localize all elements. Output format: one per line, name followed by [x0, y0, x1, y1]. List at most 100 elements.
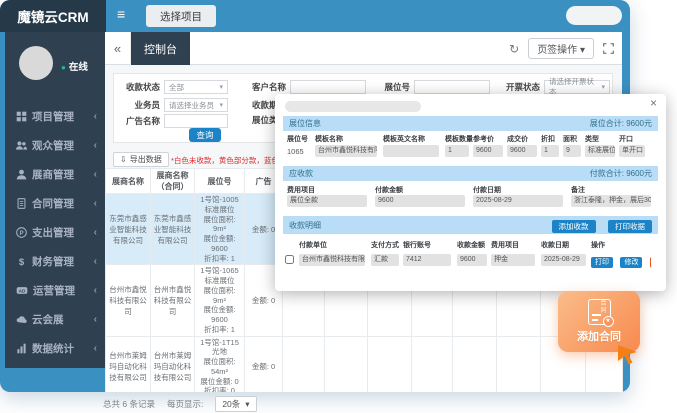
table-row[interactable]: 台州市莱姆玛自动化科技有限公司 台州市莱姆玛自动化科技有限公司 1号馆-1T15… [106, 336, 623, 392]
remark-value: 浙江泰隆，押金，展后30 [571, 195, 651, 207]
add-contract-label: 添加合同 [577, 328, 621, 344]
sidebar-profile: ●在线 [5, 32, 105, 96]
modal-title-pill [285, 101, 421, 112]
filter-label-payment-status: 收款状态 [116, 81, 160, 93]
pagination-bar: 总共 6 条记录 每页显示: 20条▾ [103, 396, 257, 412]
tab-actions-group: ↻ 页签操作 ▾ [509, 32, 614, 65]
sidebar-item-audience[interactable]: 观众管理‹ [5, 131, 105, 160]
receipt-fee-item-value: 押金 [491, 254, 535, 266]
export-icon: ⇩ [120, 155, 127, 164]
cell-exhibitor: 台州市莱姆玛自动化科技有限公司 [106, 336, 151, 392]
type-value: 标准展位 [585, 145, 615, 157]
collapse-tabs-icon[interactable]: « [105, 32, 131, 65]
booth-no-input[interactable] [414, 80, 490, 94]
receivable-table-row: 展位全款 9600 2025-08-29 浙江泰隆，押金，展后30 [287, 195, 658, 207]
record-count: 总共 6 条记录 [103, 398, 155, 410]
col-header: 展商名称（合同） [151, 169, 195, 194]
section-title: 收款明细 [289, 220, 321, 231]
opening-value: 单开口 [619, 145, 645, 157]
sidebar-item-operations[interactable]: AD 运营管理‹ [5, 276, 105, 305]
sidebar-item-projects[interactable]: 项目管理‹ [5, 102, 105, 131]
cloud-icon [16, 314, 27, 325]
sidebar-item-exhibitors[interactable]: 展商管理‹ [5, 160, 105, 189]
chevron-left-icon: ‹ [94, 314, 97, 325]
filter-label-ad-name: 广告名称 [116, 115, 160, 127]
refresh-icon[interactable]: ↻ [509, 42, 519, 56]
add-receipt-button[interactable]: 添加收款 [552, 220, 596, 233]
screen: 魔镜云CRM ≡ 选择项目 ●在线 项目管理‹ 观众管理‹ [0, 0, 677, 413]
receivable-table-header: 费用项目 付款金额 付款日期 备注 [287, 185, 658, 195]
select-project-button[interactable]: 选择项目 [146, 5, 216, 27]
topbar-user-pill[interactable] [566, 6, 622, 25]
cell-exhibitor-contract: 台州市鑫悦科技有限公司 [151, 265, 195, 336]
cell-ad: 金额: 0 [245, 336, 283, 392]
tab-operations-button[interactable]: 页签操作 ▾ [528, 38, 594, 59]
sidebar-item-contracts[interactable]: 合同管理‹ [5, 189, 105, 218]
section-title: 应收款 [289, 168, 313, 179]
avatar[interactable] [19, 46, 53, 80]
fullscreen-icon[interactable] [603, 43, 614, 54]
caret-down-icon: ▾ [580, 45, 585, 56]
document-icon [16, 198, 27, 209]
sidebar-item-cloud-expo[interactable]: 云会展‹ [5, 305, 105, 334]
ref-price-value: 9600 [473, 145, 503, 157]
online-dot-icon: ● [61, 63, 66, 72]
receipt-section-header: 收款明细 添加收款 打印收据 [283, 216, 658, 234]
booth-table-header: 展位号 模板名称 模板英文名称 模板数量 参考价 成交价 折扣 面积 类型 开口 [287, 134, 658, 144]
print-receipt-button[interactable]: 打印收据 [608, 220, 652, 233]
template-en-value [383, 145, 439, 157]
caret-down-icon: ▾ [219, 101, 223, 109]
search-button[interactable]: 查询 [189, 128, 221, 142]
booth-no-field[interactable] [419, 83, 485, 92]
receipt-table-row: 台州市鑫悦科技有限公司 汇款 7412 9600 押金 2025-08-29 打… [285, 251, 658, 269]
filter-label-salesman: 业务员 [116, 99, 160, 111]
col-header: 展商名称 [106, 169, 151, 194]
svg-text:P: P [19, 230, 23, 237]
payer-value: 台州市鑫悦科技有限公司 [299, 254, 365, 266]
sidebar-item-expenses[interactable]: P 支出管理‹ [5, 218, 105, 247]
receipt-date-value: 2025-08-29 [541, 254, 586, 266]
row-checkbox[interactable] [285, 255, 294, 264]
export-data-button[interactable]: ⇩导出数据 [113, 152, 169, 167]
chevron-left-icon: ‹ [94, 198, 97, 209]
cell-exhibitor-contract: 台州市莱姆玛自动化科技有限公司 [151, 336, 195, 392]
sidebar-item-statistics[interactable]: 数据统计‹ [5, 334, 105, 363]
filter-label-invoice-status: 开票状态 [498, 81, 540, 93]
caret-down-icon: ▾ [245, 399, 249, 410]
date-value: 2025-08-29 [473, 195, 563, 207]
salesman-select[interactable]: 请选择业务员▾ [164, 98, 228, 112]
filter-label-booth-no: 展位号 [372, 81, 410, 93]
hamburger-menu-icon[interactable]: ≡ [117, 7, 125, 21]
per-page-select[interactable]: 20条▾ [215, 396, 256, 412]
cell-booth: 1号馆-1005 标准展位 展位面积: 9m² 展位金额: 9600 折扣率: … [195, 194, 245, 265]
payment-status-select[interactable]: 全部▾ [164, 80, 228, 94]
deal-price-value: 9600 [507, 145, 537, 157]
close-icon[interactable]: × [650, 96, 657, 110]
print-row-button[interactable]: 打印 [591, 257, 613, 268]
account-value: 7412 [403, 254, 451, 266]
filter-label-customer-name: 客户名称 [242, 81, 286, 93]
caret-down-icon: ▾ [601, 83, 605, 91]
booth-table-row: 1065 台州市鑫悦科技有限公司 1 9600 9600 1 9 标准展位 单开… [287, 145, 658, 157]
cursor-pointer-icon [616, 341, 640, 365]
dollar-icon: $ [16, 256, 27, 267]
cell-booth: 1号馆-1065 标准展位 展位面积: 9m² 展位金额: 9600 折扣率: … [195, 265, 245, 336]
edit-row-button[interactable]: 修改 [620, 257, 642, 268]
booth-info-section-header: 展位信息 展位合计: 9600元 [283, 116, 658, 131]
sidebar-item-finance[interactable]: $ 财务管理‹ [5, 247, 105, 276]
chevron-left-icon: ‹ [94, 111, 97, 122]
ad-name-input[interactable] [164, 114, 228, 128]
ad-name-field[interactable] [169, 117, 223, 126]
customer-name-input[interactable] [290, 80, 366, 94]
fee-item-value: 展位全款 [287, 195, 367, 207]
tab-console[interactable]: 控制台 [131, 32, 190, 65]
delete-row-button[interactable]: 删除 [650, 257, 651, 268]
user-icon [16, 169, 27, 180]
cell-exhibitor: 东莞市鑫感业智能科技有限公司 [106, 194, 151, 265]
chevron-left-icon: ‹ [94, 227, 97, 238]
svg-text:AD: AD [19, 289, 26, 294]
cell-booth: 1号馆-1T15 光地 展位面积: 54m² 展位金额: 0 折扣率: 0 [195, 336, 245, 392]
chevron-left-icon: ‹ [94, 169, 97, 180]
customer-name-field[interactable] [295, 83, 361, 92]
invoice-status-select[interactable]: 请选择开票状态▾ [544, 80, 610, 94]
